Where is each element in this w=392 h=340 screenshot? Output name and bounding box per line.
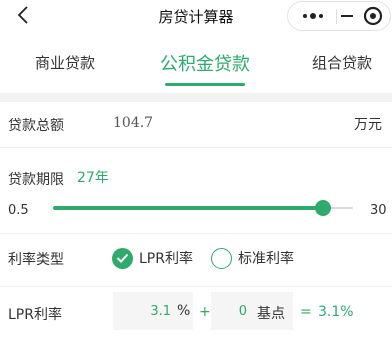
loan-amount-input[interactable] — [113, 115, 263, 131]
equals-sign: = — [300, 304, 312, 320]
percent-unit: % — [177, 303, 191, 319]
radio-lpr-rate-label: LPR利率 — [139, 251, 193, 267]
tab-provident-fund-loan[interactable]: 公积金贷款 — [160, 50, 250, 76]
loan-term-label: 贷款期限 — [8, 172, 64, 188]
loan-type-tabs: 商业贷款 公积金贷款 组合贷款 — [0, 32, 392, 86]
plus-sign: + — [199, 304, 211, 320]
section-divider — [0, 93, 392, 102]
loan-amount-unit: 万元 — [354, 117, 382, 133]
lpr-rate-result: 3.1% — [318, 304, 354, 320]
row-divider — [0, 286, 392, 287]
radio-standard-rate[interactable]: 标准利率 — [211, 247, 294, 269]
unchecked-radio-icon — [211, 247, 232, 269]
capsule-divider — [336, 9, 337, 24]
lpr-rate-input[interactable] — [117, 304, 171, 319]
title-bar: 房贷计算器 — [0, 0, 392, 32]
tab-commercial-loan[interactable]: 商业贷款 — [35, 52, 95, 73]
loan-term-slider[interactable] — [53, 198, 353, 218]
slider-min-label: 0.5 — [8, 203, 29, 218]
checked-radio-icon — [112, 247, 133, 269]
lpr-rate-box: % — [113, 292, 193, 330]
loan-amount-label: 贷款总额 — [8, 118, 64, 134]
basis-point-input[interactable] — [215, 304, 247, 319]
more-button[interactable] — [294, 2, 332, 30]
mini-program-capsule — [287, 1, 391, 31]
close-button[interactable] — [358, 2, 388, 30]
active-tab-indicator — [165, 83, 245, 86]
minimize-icon — [341, 15, 353, 17]
more-dots-icon — [303, 13, 323, 19]
lpr-rate-label: LPR利率 — [8, 307, 62, 323]
loan-term-value: 27年 — [77, 170, 109, 186]
row-divider — [0, 147, 392, 148]
radio-lpr-rate[interactable]: LPR利率 — [112, 247, 193, 269]
basis-point-box: 基点 — [211, 292, 293, 330]
close-circle-icon — [363, 6, 383, 26]
basis-point-unit: 基点 — [257, 306, 285, 322]
slider-max-label: 30 — [370, 203, 387, 218]
tab-combined-loan[interactable]: 组合贷款 — [312, 52, 372, 73]
rate-type-label: 利率类型 — [8, 252, 64, 268]
radio-standard-rate-label: 标准利率 — [238, 251, 294, 267]
slider-track-fill — [53, 206, 323, 210]
minimize-button[interactable] — [338, 2, 356, 30]
slider-thumb[interactable] — [315, 200, 331, 216]
row-divider — [0, 233, 392, 234]
